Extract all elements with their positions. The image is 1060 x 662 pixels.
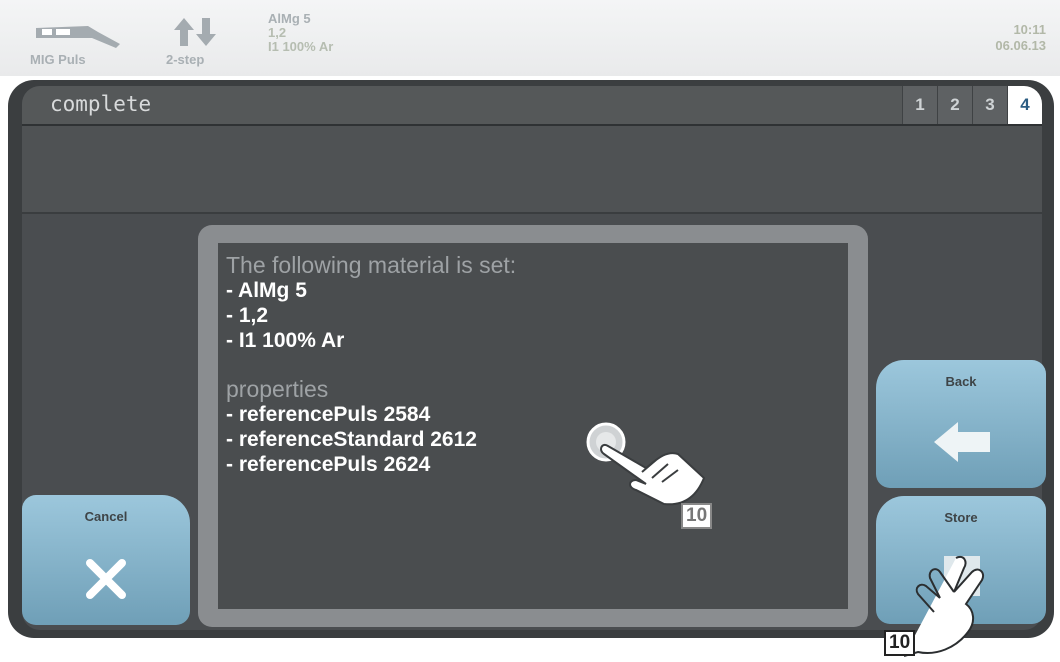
page-title: complete	[50, 92, 152, 116]
torch-icon	[36, 26, 120, 48]
dialog-heading: The following material is set:	[226, 252, 517, 278]
date: 06.06.13	[995, 38, 1046, 53]
mode-indicator: 2-step	[166, 14, 238, 70]
mode-label: 2-step	[166, 52, 205, 67]
title-bar: complete 1 2 3 4	[22, 86, 1042, 126]
material-name: AlMg 5	[268, 11, 311, 26]
shielding-gas: I1 100% Ar	[268, 39, 334, 54]
properties-heading: properties	[226, 376, 329, 402]
property-line: - referencePuls 2624	[226, 453, 431, 476]
process-label: MIG Puls	[30, 52, 86, 67]
cancel-button[interactable]: Cancel	[22, 495, 190, 625]
status-bar: MIG Puls 2-step AlMg 5 1,2 I1 100% Ar 10…	[0, 0, 1060, 76]
clock: 10:11 06.06.13	[995, 22, 1046, 54]
step-callout: 10	[884, 630, 916, 656]
up-down-arrows-icon	[174, 18, 216, 46]
step-callout: 10	[681, 503, 713, 529]
process-indicator: MIG Puls	[28, 14, 138, 70]
store-label: Store	[944, 510, 978, 525]
page-tab-3[interactable]: 3	[972, 86, 1007, 124]
page-tab-2[interactable]: 2	[937, 86, 972, 124]
page-indicator: 1 2 3 4	[902, 86, 1042, 124]
dialog-message: The following material is set: - AlMg 5 …	[226, 253, 516, 477]
page-tab-1[interactable]: 1	[902, 86, 937, 124]
info-strip	[22, 126, 1042, 214]
back-label: Back	[945, 374, 977, 389]
material-info: AlMg 5 1,2 I1 100% Ar	[268, 12, 333, 54]
time: 10:11	[1013, 22, 1046, 37]
hand-pointer-icon	[586, 422, 706, 506]
material-line: - 1,2	[226, 304, 269, 327]
confirmation-dialog: The following material is set: - AlMg 5 …	[198, 225, 868, 627]
cancel-label: Cancel	[84, 509, 128, 524]
back-button[interactable]: Back	[876, 360, 1046, 488]
page-tab-4[interactable]: 4	[1007, 86, 1042, 124]
property-line: - referencePuls 2584	[226, 403, 431, 426]
property-line: - referenceStandard 2612	[226, 428, 477, 451]
wire-diameter: 1,2	[268, 25, 287, 40]
material-line: - AlMg 5	[226, 279, 307, 302]
material-line: - I1 100% Ar	[226, 329, 345, 352]
left-arrow-icon	[934, 422, 990, 462]
x-icon	[86, 559, 126, 599]
dialog-body: The following material is set: - AlMg 5 …	[218, 243, 848, 609]
